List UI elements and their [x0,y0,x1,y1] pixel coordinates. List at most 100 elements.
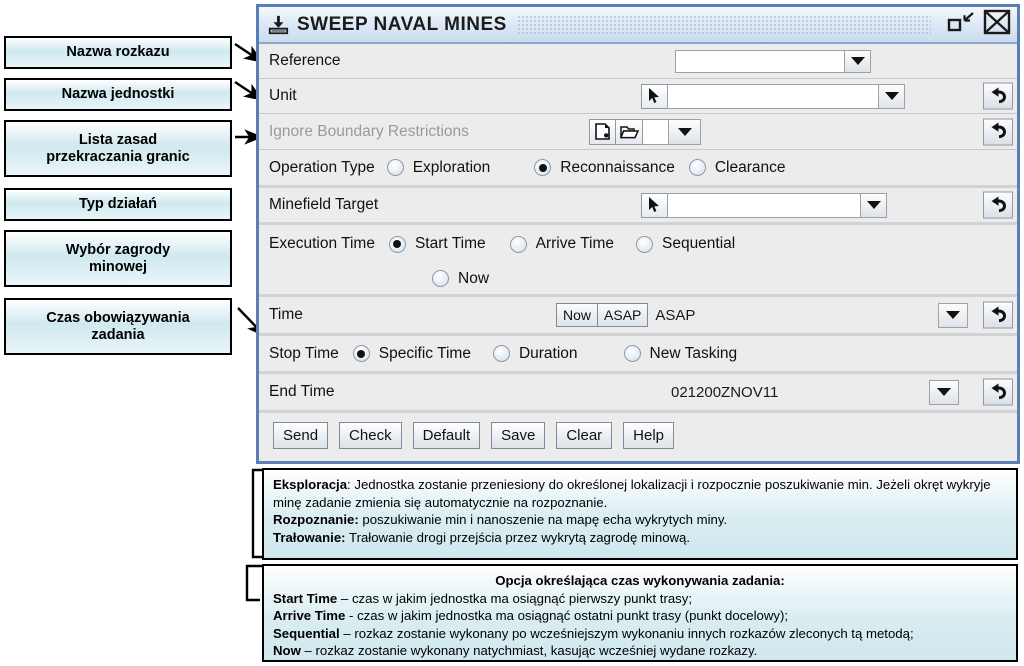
annotation-label: Typ działań [79,196,157,213]
reference-input[interactable] [675,49,845,73]
save-button[interactable]: Save [491,422,546,449]
ignore-boundary-dropdown-button[interactable] [669,118,701,145]
chevron-down-icon [866,201,881,209]
chevron-down-icon [946,311,961,319]
desc-term: Trałowanie: [273,529,346,545]
radio-reconnaissance[interactable]: Reconnaissance [534,159,675,177]
desc-text: Trałowanie drogi przejścia przez wykrytą… [349,529,691,545]
radio-start-time[interactable]: Start Time [388,235,486,253]
unit-dropdown-button[interactable] [879,83,905,109]
reference-combo[interactable] [675,49,871,73]
chevron-down-icon [937,388,951,396]
row-stop-time: Stop Time Specific Time Duration New Tas… [259,336,1017,374]
radio-button-icon [688,159,706,176]
radio-specific-time[interactable]: Specific Time [352,345,471,363]
radio-button-icon [509,235,527,253]
end-time-input[interactable]: 021200ZNOV11 [667,380,929,405]
dialog-action-buttons: Send Check Default Save Clear Help [259,413,1017,458]
desc-line: Rozpoznanie: poszukiwanie min i nanoszen… [273,511,1007,529]
minefield-target-combo[interactable] [641,192,887,218]
radio-label: Arrive Time [535,235,614,252]
row-execution-time: Execution Time Start Time Arrive Time Se… [259,225,1017,263]
dialog-title: SWEEP NAVAL MINES [297,13,507,35]
desc-term: Start Time [273,590,338,606]
desc-sep: – [337,590,352,606]
time-controls: Now ASAP ASAP [556,302,969,328]
time-now-button[interactable]: Now [556,303,599,327]
unit-undo-button[interactable] [983,82,1013,110]
end-time-undo-button[interactable] [983,378,1013,406]
radio-arrive-time[interactable]: Arrive Time [509,235,614,253]
ignore-boundary-controls [589,118,701,145]
ignore-boundary-new-button[interactable] [589,118,616,145]
desc-line: Eksploracja: Jednostka zostanie przenies… [273,476,1007,511]
close-window-icon[interactable] [983,9,1011,40]
desc-text: rozkaz zostanie wykonany natychmiast, ka… [315,643,758,659]
unit-input[interactable] [667,83,879,109]
desc-line: Now – rozkaz zostanie wykonany natychmia… [273,642,1007,660]
desc-line: Trałowanie: Trałowanie drogi przejścia p… [273,529,1007,547]
ignore-boundary-undo-button[interactable] [983,118,1013,145]
restore-window-icon[interactable] [947,11,977,38]
ignore-boundary-open-button[interactable] [616,118,643,145]
row-reference: Reference [259,44,1017,79]
radio-button-icon [388,235,406,253]
default-button[interactable]: Default [412,422,481,449]
row-operation-type: Operation Type Exploration Reconnaissanc… [259,150,1017,188]
desc-term: Rozpoznanie: [273,512,359,528]
send-button[interactable]: Send [273,422,329,449]
radio-duration[interactable]: Duration [492,344,578,363]
desc-text: poszukiwanie min i nanoszenie na mapę ec… [362,512,728,528]
time-undo-button[interactable] [983,301,1013,329]
radio-sequential[interactable]: Sequential [635,235,736,253]
radio-label: Start Time [414,235,486,252]
minefield-target-picker-button[interactable] [641,192,667,218]
radio-exploration[interactable]: Exploration [386,159,490,177]
help-button[interactable]: Help [623,422,675,449]
desc-line: Start Time – czas w jakim jednostka ma o… [273,590,1007,608]
check-button[interactable]: Check [339,422,402,449]
annotation-operation-type: Typ działań [4,188,232,221]
radio-label: Sequential [661,235,736,252]
end-time-dropdown-button[interactable] [929,379,959,405]
radio-label: Reconnaissance [560,158,675,176]
reference-dropdown-button[interactable] [845,49,871,73]
radio-label: Now [458,269,490,287]
open-folder-icon [619,125,639,138]
import-tray-icon [268,15,289,34]
radio-label: Duration [518,344,578,362]
unit-picker-button[interactable] [641,83,667,109]
row-end-time: End Time 021200ZNOV11 [259,374,1017,413]
row-unit: Unit [259,79,1017,114]
annotation-label: Lista zasad przekraczania granic [46,131,190,165]
minefield-target-input[interactable] [667,192,861,218]
dialog-titlebar[interactable]: SWEEP NAVAL MINES [259,7,1017,44]
radio-clearance[interactable]: Clearance [688,159,786,177]
annotation-label: Nazwa jednostki [61,86,175,103]
radio-button-icon [534,159,552,176]
clear-button[interactable]: Clear [556,422,613,449]
time-input[interactable]: ASAP [648,303,938,327]
time-asap-button[interactable]: ASAP [598,303,649,327]
minefield-target-undo-button[interactable] [983,191,1013,219]
desc-line: Sequential – rozkaz zostanie wykonany po… [273,625,1007,643]
annotation-order-name: Nazwa rozkazu [4,36,232,69]
radio-button-icon [432,270,449,287]
minefield-target-dropdown-button[interactable] [861,192,887,218]
dialog-form: Reference Unit Ignore Boundary Restricti… [259,44,1017,458]
chevron-down-icon [677,127,692,136]
radio-now[interactable]: Now [432,270,489,288]
unit-combo[interactable] [641,83,905,109]
row-execution-time-now: Now [259,263,1017,297]
annotation-minefield: Wybór zagrody minowej [4,230,232,287]
annotation-boundary-rules: Lista zasad przekraczania granic [4,120,232,177]
radio-new-tasking[interactable]: New Tasking [623,345,737,363]
end-time-combo[interactable]: 021200ZNOV11 [667,379,959,405]
annotation-label: Nazwa rozkazu [66,44,170,61]
execution-time-description-panel: Opcja określająca czas wykonywania zadan… [262,564,1018,662]
sweep-naval-mines-dialog: SWEEP NAVAL MINES Reference Unit Ignore … [256,4,1020,464]
ignore-boundary-input[interactable] [643,118,669,145]
desc-term: Eksploracja [273,477,348,492]
time-dropdown-button[interactable] [938,302,969,328]
row-time: Time Now ASAP ASAP [259,297,1017,336]
